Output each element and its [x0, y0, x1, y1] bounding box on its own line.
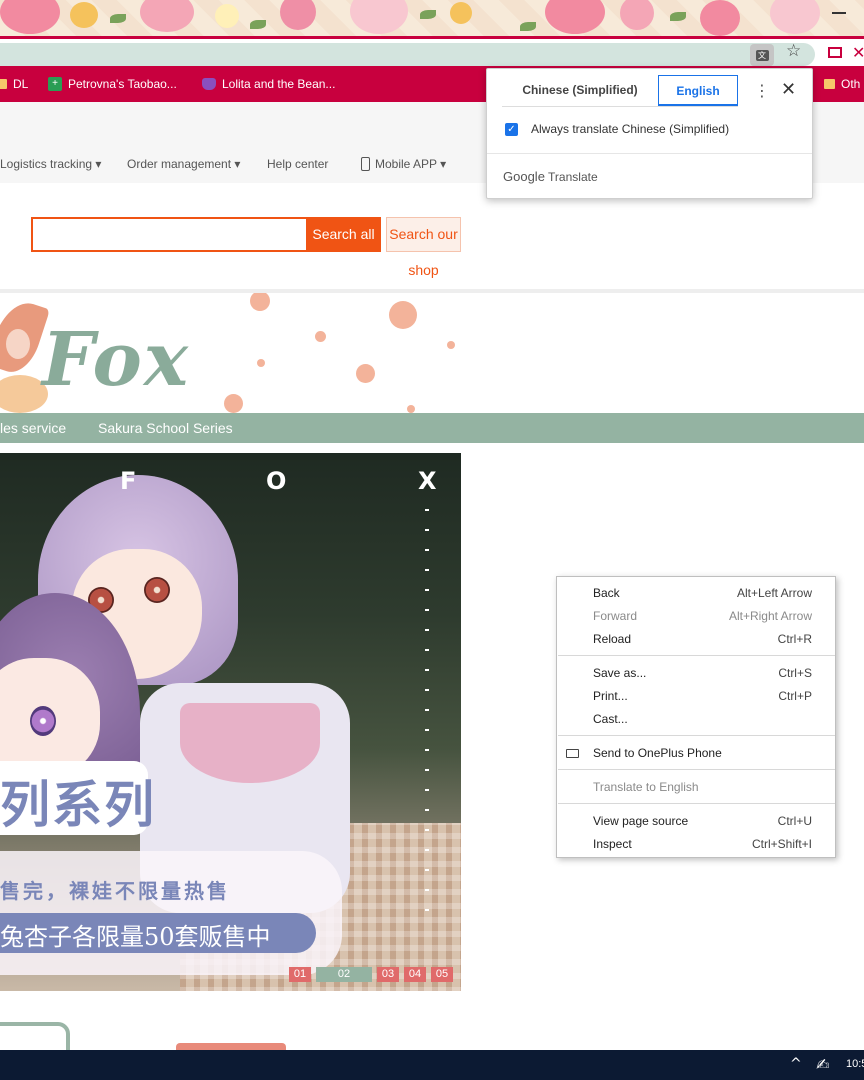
mobile-phone-icon — [361, 157, 370, 171]
fox-mascot-ear-inner — [6, 329, 30, 359]
banner-letter-x: X — [418, 467, 437, 495]
google-logo: Google — [503, 169, 545, 184]
banner-dotted-line — [425, 509, 429, 929]
nav-help-center[interactable]: Help center — [267, 157, 328, 171]
always-translate-checkbox[interactable]: ✓ — [505, 123, 518, 136]
browser-theme-titlebar — [0, 0, 864, 36]
banner-subtitle-1: 售完，裸娃不限量热售 — [0, 879, 230, 903]
windows-taskbar: ^ ✍ 10:5 — [0, 1050, 864, 1080]
doll-face — [0, 658, 100, 778]
doll-sailor-collar — [180, 703, 320, 783]
menu-separator — [558, 735, 835, 736]
carousel-page-03[interactable]: 03 — [377, 967, 399, 982]
menu-item-cast[interactable]: Cast... — [557, 708, 835, 731]
nav-logistics-tracking[interactable]: Logistics tracking ▾ — [0, 157, 101, 171]
banner-letter-o: O — [266, 467, 287, 495]
always-translate-label[interactable]: Always translate Chinese (Simplified) — [531, 122, 729, 136]
menu-item-forward[interactable]: Forward Alt+Right Arrow — [557, 605, 835, 628]
decor-dot — [389, 301, 417, 329]
devices-icon — [566, 749, 579, 758]
banner-title: 列系列 — [0, 776, 156, 834]
shop-logo[interactable]: Fox — [0, 293, 461, 413]
decor-dot — [250, 293, 270, 311]
search-all-button[interactable]: Search all — [306, 217, 381, 252]
taobao-favicon-icon: + — [48, 77, 62, 91]
site-search-input[interactable] — [31, 217, 307, 252]
category-sales-service[interactable]: les service — [0, 420, 66, 436]
banner-letter-f: F — [120, 467, 137, 495]
minimize-window-button[interactable] — [832, 12, 846, 14]
carousel-page-04[interactable]: 04 — [404, 967, 426, 982]
extension-icon[interactable]: ✕ — [852, 43, 864, 63]
decor-dot — [447, 341, 455, 349]
bookmark-lolita-bean[interactable]: Lolita and the Bean... — [202, 77, 335, 91]
search-shop-button-label-line2[interactable]: shop — [386, 262, 461, 278]
context-menu: Back Alt+Left Arrow Forward Alt+Right Ar… — [556, 576, 836, 858]
translate-page-button[interactable]: 文 — [750, 44, 774, 66]
menu-item-translate[interactable]: Translate to English — [557, 776, 835, 799]
decor-dot — [315, 331, 326, 342]
nav-mobile-app[interactable]: Mobile APP ▾ — [361, 157, 446, 171]
category-nav-bar: les service Sakura School Series — [0, 413, 864, 443]
menu-item-reload[interactable]: Reload Ctrl+R — [557, 628, 835, 651]
translate-icon: 文 — [755, 49, 769, 61]
carousel-page-05[interactable]: 05 — [431, 967, 453, 982]
menu-item-print[interactable]: Print... Ctrl+P — [557, 685, 835, 708]
fox-mascot — [0, 375, 48, 413]
more-options-icon[interactable]: ⋮ — [754, 81, 770, 100]
menu-item-view-source[interactable]: View page source Ctrl+U — [557, 810, 835, 833]
menu-item-save-as[interactable]: Save as... Ctrl+S — [557, 662, 835, 685]
search-shop-button[interactable]: Search our — [386, 217, 461, 252]
close-icon[interactable]: ✕ — [781, 79, 796, 100]
decor-dot — [407, 405, 415, 413]
menu-separator — [558, 803, 835, 804]
decor-dot — [224, 394, 243, 413]
translate-popup: Chinese (Simplified) English ⋮ ✕ ✓ Alway… — [486, 68, 813, 199]
nav-order-management[interactable]: Order management ▾ — [127, 157, 240, 171]
decor-dot — [356, 364, 375, 383]
category-sakura-school-series[interactable]: Sakura School Series — [98, 420, 233, 436]
address-bar: 文 ☆ ✕ — [0, 36, 864, 66]
google-translate-brand: Google Translate — [503, 169, 598, 184]
menu-item-send-to-phone[interactable]: Send to OnePlus Phone — [557, 742, 835, 765]
promo-banner-carousel[interactable]: F O X 列系列 售完，裸娃不限量热售 兔杏子各限量50套贩售中 01 02 … — [0, 453, 461, 991]
logo-text: Fox — [42, 317, 190, 403]
bookmark-dl[interactable]: DL — [0, 77, 28, 91]
menu-separator — [558, 655, 835, 656]
folder-icon — [824, 79, 835, 89]
tab-target-language[interactable]: English — [658, 75, 738, 106]
pen-icon[interactable]: ✍ — [816, 1055, 829, 1074]
menu-item-back[interactable]: Back Alt+Left Arrow — [557, 582, 835, 605]
popup-divider — [487, 153, 812, 154]
clock[interactable]: 10:5 — [846, 1058, 864, 1070]
banner-subtitle-2: 兔杏子各限量50套贩售中 — [0, 923, 271, 951]
gmail-extension-icon[interactable] — [828, 47, 842, 58]
decor-dot — [257, 359, 265, 367]
site-favicon-icon — [202, 78, 216, 90]
bookmark-petrovna-taobao[interactable]: + Petrovna's Taobao... — [48, 77, 177, 91]
url-omnibox[interactable] — [0, 43, 815, 66]
tab-source-language[interactable]: Chinese (Simplified) — [502, 75, 658, 106]
menu-separator — [558, 769, 835, 770]
carousel-page-02-active[interactable]: 02 — [316, 967, 372, 982]
doll-eye — [30, 706, 56, 736]
carousel-page-01[interactable]: 01 — [289, 967, 311, 982]
folder-icon — [0, 79, 7, 89]
menu-item-inspect[interactable]: Inspect Ctrl+Shift+I — [557, 833, 835, 856]
bookmark-other[interactable]: Oth — [824, 77, 860, 91]
doll-eye — [144, 577, 170, 603]
tab-underline — [502, 106, 738, 107]
chevron-up-icon[interactable]: ^ — [790, 1056, 802, 1072]
bookmark-star-icon[interactable]: ☆ — [786, 41, 801, 61]
